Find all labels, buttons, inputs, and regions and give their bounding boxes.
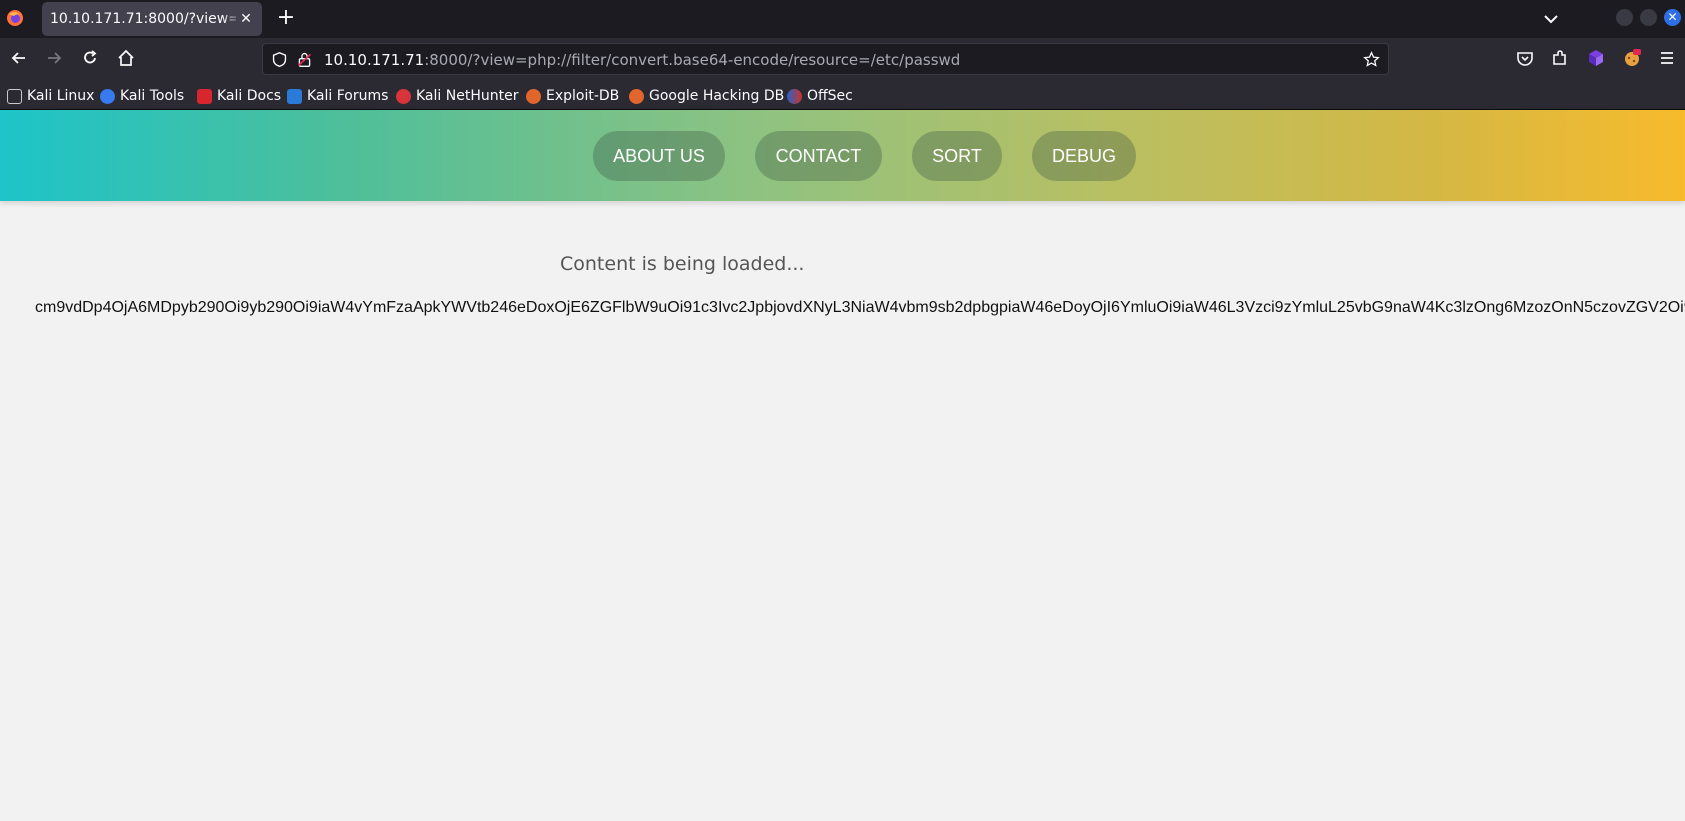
new-tab-icon[interactable]: +	[274, 7, 298, 31]
offsec-icon	[787, 88, 802, 104]
kali-dragon-icon	[7, 88, 22, 104]
nav-about-us-button[interactable]: ABOUT US	[593, 131, 725, 181]
tab-title: 10.10.171.71:8000/?view=php://filter/con…	[50, 11, 236, 27]
bookmark-kali-docs[interactable]: Kali Docs	[197, 87, 281, 105]
pocket-icon[interactable]	[1515, 48, 1535, 68]
insecure-lock-icon[interactable]	[296, 51, 313, 68]
kali-forums-icon	[287, 88, 302, 104]
nav-contact-button[interactable]: CONTACT	[755, 131, 882, 181]
close-window-icon[interactable]: ✕	[1664, 9, 1681, 26]
extensions-puzzle-icon[interactable]	[1550, 48, 1570, 68]
site-header: ABOUT US CONTACT SORT DEBUG	[0, 110, 1685, 201]
back-icon[interactable]	[9, 48, 29, 68]
bookmark-kali-linux[interactable]: Kali Linux	[7, 87, 94, 105]
close-tab-icon[interactable]: ✕	[238, 11, 254, 27]
exploit-db-icon	[526, 88, 541, 104]
bookmark-kali-forums[interactable]: Kali Forums	[287, 87, 388, 105]
tracking-protection-shield-icon[interactable]	[271, 51, 288, 68]
app-menu-icon[interactable]	[1657, 48, 1677, 68]
base64-output: cm9vdDp4OjA6MDpyb290Oi9yb290Oi9iaW4vYmFz…	[35, 299, 1685, 316]
bookmark-offsec[interactable]: OffSec	[787, 87, 853, 105]
url-path: :8000/?view=php://filter/convert.base64-…	[424, 51, 961, 69]
home-icon[interactable]	[116, 48, 136, 68]
minimize-window-icon[interactable]	[1616, 9, 1633, 26]
bookmark-kali-tools[interactable]: Kali Tools	[100, 87, 184, 105]
maximize-window-icon[interactable]	[1640, 9, 1657, 26]
bookmark-kali-nethunter[interactable]: Kali NetHunter	[396, 87, 518, 105]
kali-docs-icon	[197, 88, 212, 104]
bookmark-google-hacking-db[interactable]: Google Hacking DB	[629, 87, 784, 105]
url-text[interactable]: 10.10.171.71:8000/?view=php://filter/con…	[324, 51, 960, 69]
bookmark-star-icon[interactable]	[1363, 51, 1380, 68]
extension-cookie-icon[interactable]	[1622, 48, 1642, 68]
nav-debug-button[interactable]: DEBUG	[1032, 131, 1136, 181]
firefox-icon	[7, 10, 23, 26]
reload-icon[interactable]	[80, 48, 100, 68]
loading-message: Content is being loaded...	[560, 253, 805, 275]
url-host: 10.10.171.71	[324, 51, 425, 69]
bookmark-exploit-db[interactable]: Exploit-DB	[526, 87, 619, 105]
nethunter-icon	[396, 88, 411, 104]
ghdb-icon	[629, 88, 644, 104]
forward-icon[interactable]	[44, 48, 64, 68]
tab-strip: 10.10.171.71:8000/?view=php://filter/con…	[0, 0, 1685, 38]
extension-cube-icon[interactable]	[1586, 48, 1606, 68]
navigation-toolbar: 10.10.171.71:8000/?view=php://filter/con…	[0, 38, 1685, 80]
active-tab[interactable]: 10.10.171.71:8000/?view=php://filter/con…	[42, 2, 262, 36]
address-bar[interactable]: 10.10.171.71:8000/?view=php://filter/con…	[262, 43, 1389, 75]
list-all-tabs-icon[interactable]	[1541, 9, 1561, 29]
kali-tools-icon	[100, 88, 115, 104]
bookmarks-toolbar: Kali Linux Kali Tools Kali Docs Kali For…	[0, 80, 1685, 110]
nav-sort-button[interactable]: SORT	[912, 131, 1002, 181]
